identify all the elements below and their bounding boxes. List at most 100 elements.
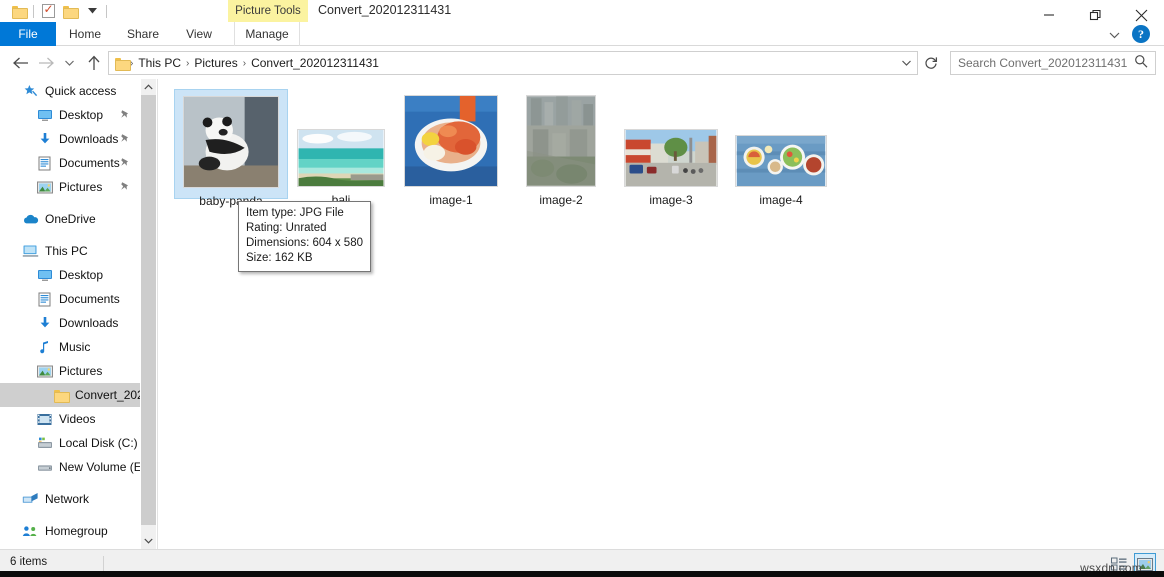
sidebar-item-this-pc[interactable]: This PC bbox=[0, 239, 140, 263]
tab-manage[interactable]: Manage bbox=[234, 22, 300, 46]
homegroup-icon bbox=[22, 523, 39, 539]
pin-icon[interactable] bbox=[120, 109, 130, 123]
sidebar-label: Videos bbox=[59, 412, 95, 426]
file-item[interactable]: image-4 bbox=[724, 89, 838, 199]
folder-icon[interactable] bbox=[8, 2, 30, 20]
sidebar-item-downloads-qa[interactable]: Downloads bbox=[0, 127, 140, 151]
address-bar-row: › This PC › Pictures › Convert_202012311… bbox=[0, 47, 1164, 78]
pin-icon[interactable] bbox=[120, 181, 130, 195]
breadcrumb-this-pc[interactable]: This PC bbox=[134, 56, 185, 70]
recent-locations-icon[interactable] bbox=[60, 51, 78, 75]
sidebar-label: Downloads bbox=[59, 132, 118, 146]
address-dropdown-icon[interactable] bbox=[895, 58, 917, 69]
sidebar-label: New Volume (E:) bbox=[59, 460, 140, 474]
sidebar-item-music[interactable]: Music bbox=[0, 335, 140, 359]
sidebar-label: Network bbox=[45, 492, 89, 506]
file-name: image-4 bbox=[724, 193, 838, 207]
file-item[interactable]: image-1 bbox=[394, 89, 508, 199]
sidebar-label: Documents bbox=[59, 156, 120, 170]
sidebar-label: Local Disk (C:) bbox=[59, 436, 138, 450]
sidebar-label: Pictures bbox=[59, 180, 102, 194]
properties-icon[interactable] bbox=[37, 2, 59, 20]
file-name: image-2 bbox=[504, 193, 618, 207]
ribbon-collapse-icon[interactable] bbox=[1104, 26, 1124, 44]
desktop-icon bbox=[36, 107, 53, 123]
sidebar-item-homegroup[interactable]: Homegroup bbox=[0, 519, 140, 543]
this-pc-icon bbox=[22, 243, 39, 259]
tab-file[interactable]: File bbox=[0, 22, 56, 46]
downloads-icon bbox=[36, 315, 53, 331]
forward-button[interactable] bbox=[34, 51, 58, 75]
tab-home[interactable]: Home bbox=[62, 22, 108, 46]
ribbon-tab-strip: File Home Share View Manage bbox=[0, 22, 1164, 46]
sidebar-label: Convert_20201 bbox=[75, 388, 140, 402]
sidebar-item-documents-pc[interactable]: Documents bbox=[0, 287, 140, 311]
up-button[interactable] bbox=[82, 51, 106, 75]
folder-icon bbox=[52, 387, 69, 403]
address-bar[interactable]: › This PC › Pictures › Convert_202012311… bbox=[108, 51, 918, 75]
tab-view[interactable]: View bbox=[178, 22, 220, 46]
sidebar-item-new-volume-e[interactable]: New Volume (E:) bbox=[0, 455, 140, 479]
navigation-pane[interactable]: Quick access Desktop Dow bbox=[0, 79, 140, 549]
sidebar-item-network[interactable]: Network bbox=[0, 487, 140, 511]
tab-share[interactable]: Share bbox=[120, 22, 166, 46]
onedrive-cloud-icon bbox=[22, 211, 39, 227]
file-item[interactable]: baby-panda bbox=[174, 89, 288, 199]
new-folder-icon[interactable] bbox=[59, 2, 81, 20]
window-title: Convert_202012311431 bbox=[318, 3, 451, 17]
item-count: 6 items bbox=[10, 556, 47, 568]
status-divider bbox=[103, 556, 104, 571]
file-item[interactable]: image-2 bbox=[504, 89, 618, 199]
scrollbar-thumb[interactable] bbox=[141, 95, 156, 525]
sidebar-item-local-disk-c[interactable]: Local Disk (C:) bbox=[0, 431, 140, 455]
star-pin-icon bbox=[22, 83, 39, 99]
tooltip-item-type: Item type: JPG File bbox=[246, 206, 364, 221]
address-folder-icon bbox=[115, 57, 129, 69]
sidebar-item-convert-folder[interactable]: Convert_20201 bbox=[0, 383, 140, 407]
sidebar-item-pictures-pc[interactable]: Pictures bbox=[0, 359, 140, 383]
help-button[interactable]: ? bbox=[1132, 25, 1150, 43]
desktop-icon bbox=[36, 267, 53, 283]
music-note-icon bbox=[36, 339, 53, 355]
sidebar-label: Desktop bbox=[59, 268, 103, 282]
sidebar-item-downloads-pc[interactable]: Downloads bbox=[0, 311, 140, 335]
tooltip-rating: Rating: Unrated bbox=[246, 221, 364, 236]
chevron-down-icon[interactable] bbox=[81, 2, 103, 20]
pictures-icon bbox=[36, 363, 53, 379]
sidebar-label: OneDrive bbox=[45, 212, 96, 226]
scroll-up-icon[interactable] bbox=[141, 79, 156, 95]
search-input[interactable]: Search Convert_202012311431 bbox=[950, 51, 1156, 75]
sidebar-item-documents-qa[interactable]: Documents bbox=[0, 151, 140, 175]
sidebar-label: Pictures bbox=[59, 364, 102, 378]
breadcrumb-pictures[interactable]: Pictures bbox=[190, 56, 241, 70]
tooltip-size: Size: 162 KB bbox=[246, 251, 364, 266]
scroll-down-icon[interactable] bbox=[141, 533, 156, 549]
search-placeholder: Search Convert_202012311431 bbox=[958, 56, 1127, 70]
videos-icon bbox=[36, 411, 53, 427]
pin-icon[interactable] bbox=[120, 133, 130, 147]
sidebar-item-videos[interactable]: Videos bbox=[0, 407, 140, 431]
back-button[interactable] bbox=[8, 51, 32, 75]
sidebar-label: Quick access bbox=[45, 84, 116, 98]
refresh-icon[interactable] bbox=[920, 51, 942, 75]
sidebar-item-desktop-pc[interactable]: Desktop bbox=[0, 263, 140, 287]
file-name: image-3 bbox=[614, 193, 728, 207]
quick-access-toolbar bbox=[8, 2, 110, 20]
sidebar-label: This PC bbox=[45, 244, 88, 258]
file-explorer-window: Picture Tools Convert_202012311431 File … bbox=[0, 0, 1164, 577]
downloads-icon bbox=[36, 131, 53, 147]
sidebar-label: Homegroup bbox=[45, 524, 108, 538]
sidebar-item-onedrive[interactable]: OneDrive bbox=[0, 207, 140, 231]
sidebar-item-quick-access[interactable]: Quick access bbox=[0, 79, 140, 103]
search-icon[interactable] bbox=[1134, 54, 1148, 73]
pin-icon[interactable] bbox=[120, 157, 130, 171]
file-item[interactable]: image-3 bbox=[614, 89, 728, 199]
file-list-view[interactable]: baby-panda bali bbox=[158, 79, 1164, 549]
breadcrumb-current-folder[interactable]: Convert_202012311431 bbox=[247, 56, 383, 70]
sidebar-item-desktop-qa[interactable]: Desktop bbox=[0, 103, 140, 127]
thumbnail bbox=[284, 93, 398, 187]
sidebar-item-pictures-qa[interactable]: Pictures bbox=[0, 175, 140, 199]
bottom-edge bbox=[0, 571, 1164, 577]
navigation-scrollbar[interactable] bbox=[141, 79, 156, 549]
file-item[interactable]: bali bbox=[284, 89, 398, 199]
